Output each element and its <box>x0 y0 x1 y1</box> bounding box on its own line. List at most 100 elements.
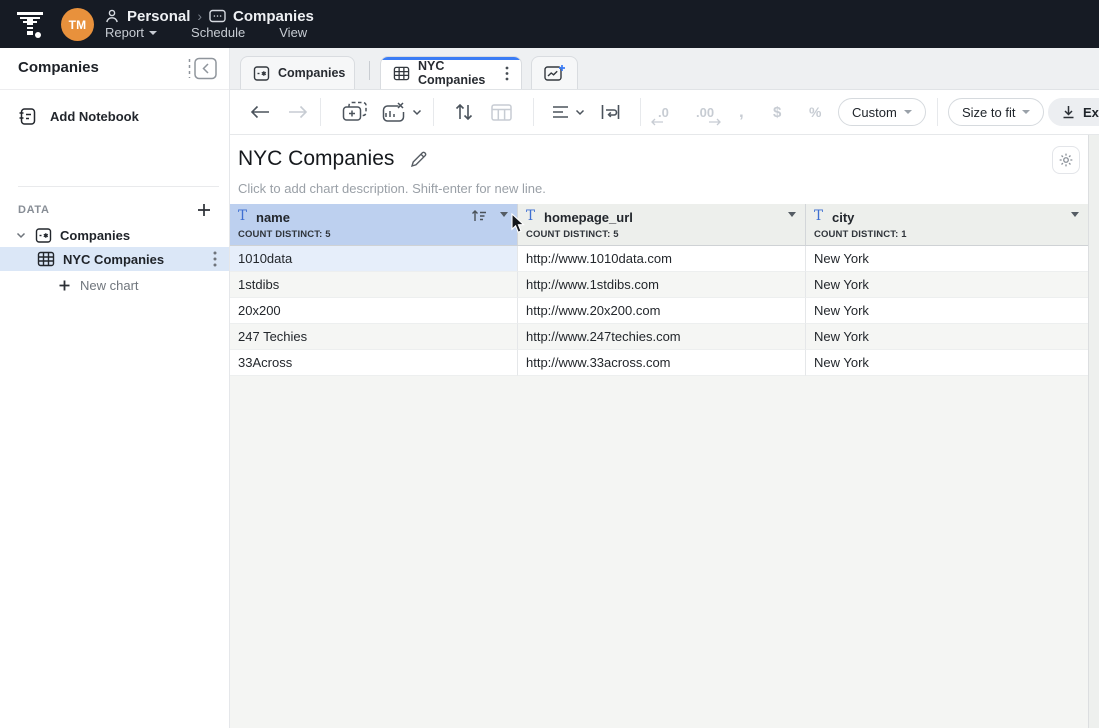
column-menu-icon[interactable] <box>500 212 508 217</box>
column-header-city[interactable]: T city COUNT DISTINCT: 1 <box>806 204 1088 245</box>
tab-label: Companies <box>278 66 345 80</box>
wrap-text-button[interactable] <box>601 90 620 134</box>
toolbar-divider <box>937 98 938 126</box>
breadcrumb-report[interactable]: Companies <box>233 8 314 25</box>
tab-bar: Companies NYC Companies <box>230 48 1099 90</box>
column-header-name[interactable]: T name COUNT DISTINCT: 5 <box>230 204 518 245</box>
text-type-icon: T <box>814 210 823 224</box>
sort-ascending-icon[interactable] <box>471 209 487 222</box>
sidebar-header: Companies <box>0 48 229 90</box>
thousands-separator-button[interactable]: , <box>739 90 744 134</box>
chevron-down-icon <box>149 31 157 35</box>
percent-format-button[interactable]: % <box>809 90 821 134</box>
chevron-down-icon[interactable] <box>15 229 27 241</box>
table-columns-button[interactable] <box>491 90 512 134</box>
table-cell[interactable]: New York <box>806 298 1088 324</box>
menu-report[interactable]: Report <box>105 25 157 40</box>
table-row: 33Across http://www.33across.com New Yor… <box>230 350 1088 376</box>
kebab-menu-icon[interactable] <box>213 251 217 267</box>
tab-companies[interactable]: Companies <box>240 56 355 89</box>
sidebar-item-nyc-companies[interactable]: NYC Companies <box>0 247 229 271</box>
align-button[interactable] <box>552 90 585 134</box>
currency-format-button[interactable]: $ <box>773 90 781 134</box>
table-row: 20x200 http://www.20x200.com New York <box>230 298 1088 324</box>
tree-item-label: NYC Companies <box>63 252 164 267</box>
text-type-icon: T <box>238 210 247 224</box>
active-tab-indicator <box>381 57 521 60</box>
add-data-button[interactable] <box>195 201 213 219</box>
sort-button[interactable] <box>454 90 474 134</box>
menu-schedule[interactable]: Schedule <box>191 25 245 40</box>
avatar[interactable]: TM <box>61 8 94 41</box>
decrease-decimal-button[interactable]: .0 <box>658 90 669 134</box>
data-section-header: DATA <box>0 198 229 224</box>
breadcrumb: Personal › Companies <box>104 6 314 26</box>
table-cell[interactable]: 247 Techies <box>230 324 518 350</box>
tab-nyc-companies[interactable]: NYC Companies <box>380 56 522 89</box>
report-icon <box>209 9 226 24</box>
tab-new-chart[interactable] <box>531 56 578 89</box>
toolbar-divider <box>320 98 321 126</box>
table-cell[interactable]: 1stdibs <box>230 272 518 298</box>
table-cell[interactable]: http://www.247techies.com <box>518 324 806 350</box>
chart-description-placeholder[interactable]: Click to add chart description. Shift-en… <box>238 181 546 196</box>
redo-button[interactable] <box>288 90 308 134</box>
top-menu: Report Schedule View <box>105 25 307 40</box>
scrollbar-gutter[interactable] <box>1088 135 1099 728</box>
table-cell[interactable]: New York <box>806 324 1088 350</box>
chart-settings-button[interactable] <box>1052 146 1080 174</box>
tree-item-label: Companies <box>60 228 130 243</box>
data-section-label: DATA <box>18 204 50 216</box>
notebook-icon <box>18 107 37 126</box>
plus-icon <box>58 279 71 292</box>
table-row: 1stdibs http://www.1stdibs.com New York <box>230 272 1088 298</box>
table-cell[interactable]: 1010data <box>230 246 518 272</box>
toolbar: .0 .00 , $ % Custom Size to fit Export <box>230 90 1099 135</box>
table-icon <box>37 250 55 268</box>
chart-title[interactable]: NYC Companies <box>238 147 394 171</box>
table-cell[interactable]: http://www.33across.com <box>518 350 806 376</box>
breadcrumb-workspace[interactable]: Personal <box>127 8 190 25</box>
top-bar: TM Personal › Companies Report Schedule … <box>0 0 1099 48</box>
menu-view[interactable]: View <box>279 25 307 40</box>
tree-item-label: New chart <box>80 278 139 293</box>
undo-button[interactable] <box>250 90 270 134</box>
sidebar-item-new-chart[interactable]: New chart <box>0 273 229 297</box>
export-button[interactable]: Export <box>1048 98 1099 126</box>
sidebar: Companies Add Notebook DATA <box>0 48 230 728</box>
table-cell[interactable]: http://www.1010data.com <box>518 246 806 272</box>
toolbar-divider <box>640 98 641 126</box>
table-cell[interactable]: New York <box>806 246 1088 272</box>
duplicate-chart-button[interactable] <box>342 90 368 134</box>
table-row: 1010data http://www.1010data.com New Yor… <box>230 246 1088 272</box>
tab-label: NYC Companies <box>418 59 493 87</box>
column-menu-icon[interactable] <box>788 212 796 217</box>
chevron-down-icon <box>1022 110 1030 114</box>
delete-chart-button[interactable] <box>380 90 422 134</box>
sidebar-item-companies-notebook[interactable]: Companies <box>0 223 229 247</box>
new-chart-icon <box>544 64 566 82</box>
column-header-homepage-url[interactable]: T homepage_url COUNT DISTINCT: 5 <box>518 204 806 245</box>
table-cell[interactable]: New York <box>806 272 1088 298</box>
table-cell[interactable]: 20x200 <box>230 298 518 324</box>
sidebar-divider <box>18 186 219 187</box>
chart-panel: NYC Companies Click to add chart descrip… <box>230 135 1099 728</box>
breadcrumb-separator: › <box>197 8 202 24</box>
add-notebook-label: Add Notebook <box>50 109 139 124</box>
edit-title-icon[interactable] <box>410 151 427 168</box>
column-menu-icon[interactable] <box>1071 212 1079 217</box>
table-row: 247 Techies http://www.247techies.com Ne… <box>230 324 1088 350</box>
table-cell[interactable]: http://www.1stdibs.com <box>518 272 806 298</box>
kebab-menu-icon[interactable] <box>505 66 509 81</box>
tab-divider <box>369 61 370 80</box>
add-notebook-button[interactable]: Add Notebook <box>0 98 229 134</box>
chevron-down-icon <box>904 110 912 114</box>
increase-decimal-button[interactable]: .00 <box>696 90 714 134</box>
table-icon <box>393 65 410 82</box>
size-to-fit-dropdown[interactable]: Size to fit <box>948 98 1044 126</box>
table-cell[interactable]: New York <box>806 350 1088 376</box>
table-cell[interactable]: http://www.20x200.com <box>518 298 806 324</box>
table-cell[interactable]: 33Across <box>230 350 518 376</box>
custom-format-dropdown[interactable]: Custom <box>838 98 926 126</box>
collapse-sidebar-button[interactable] <box>188 57 218 80</box>
